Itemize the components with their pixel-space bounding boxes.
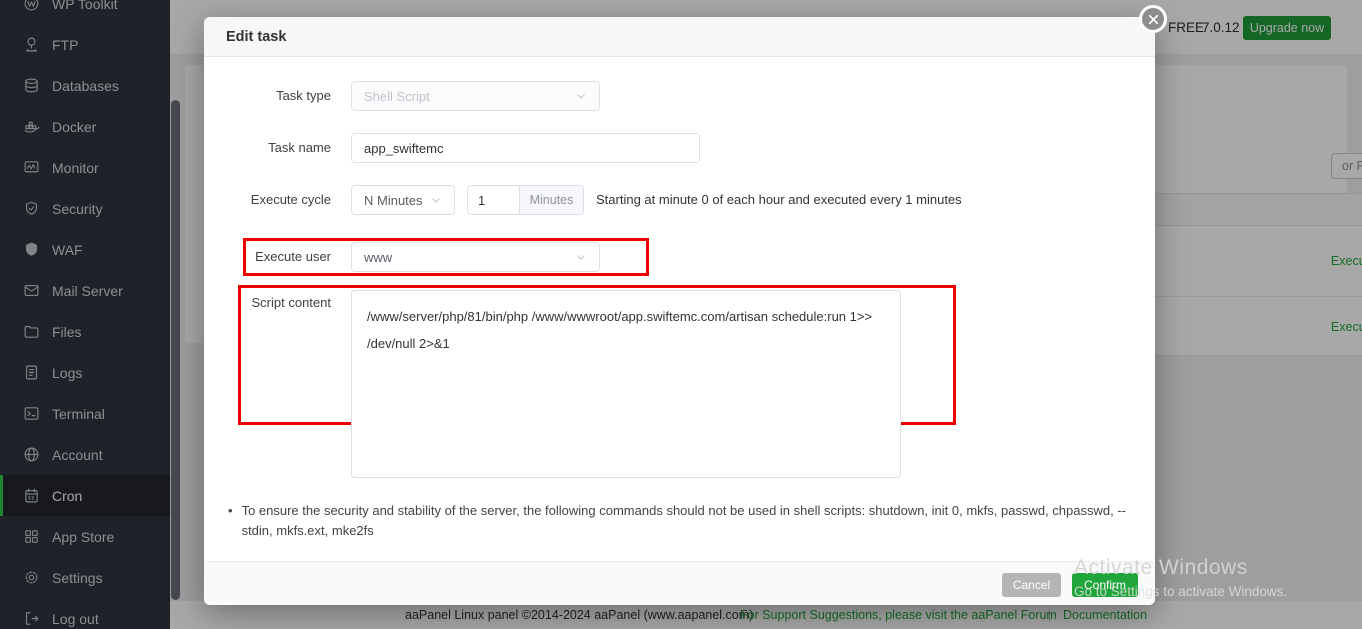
chevron-down-icon [577, 94, 585, 99]
dialog-title: Edit task [226, 29, 287, 45]
script-content-label: Script content [251, 295, 332, 310]
cancel-button[interactable]: Cancel [1002, 573, 1061, 597]
cycle-type-select[interactable]: N Minutes [351, 185, 455, 215]
confirm-button[interactable]: Confirm [1072, 573, 1138, 597]
task-name-label: Task name [268, 140, 331, 155]
execute-user-label: Execute user [255, 249, 331, 264]
cycle-n-input[interactable] [468, 186, 519, 214]
script-content-textarea[interactable]: /www/server/php/81/bin/php /www/wwwroot/… [351, 290, 901, 478]
task-type-select[interactable]: Shell Script [351, 81, 600, 111]
note-text: To ensure the security and stability of … [241, 503, 1126, 538]
cycle-type-value: N Minutes [364, 192, 423, 208]
task-type-label: Task type [276, 88, 331, 103]
execute-user-select[interactable]: www [351, 242, 600, 272]
execute-user-value: www [364, 249, 393, 265]
dialog-footer: Cancel Confirm [204, 561, 1155, 605]
chevron-down-icon [432, 198, 440, 203]
dialog-close-button[interactable] [1139, 5, 1167, 33]
cycle-unit-suffix: Minutes [519, 186, 583, 214]
close-icon [1148, 14, 1158, 24]
task-type-value: Shell Script [364, 88, 430, 104]
chevron-down-icon [577, 255, 585, 260]
dialog-header: Edit task [204, 17, 1155, 57]
security-note: • To ensure the security and stability o… [228, 501, 1143, 541]
task-name-input[interactable] [351, 133, 700, 163]
cycle-hint-text: Starting at minute 0 of each hour and ex… [596, 192, 962, 207]
edit-task-dialog: Edit task Task type Shell Script Task na… [204, 17, 1155, 605]
cycle-minutes-group: Minutes [467, 185, 584, 215]
note-bullet: • [228, 503, 233, 518]
execute-cycle-label: Execute cycle [250, 192, 331, 207]
